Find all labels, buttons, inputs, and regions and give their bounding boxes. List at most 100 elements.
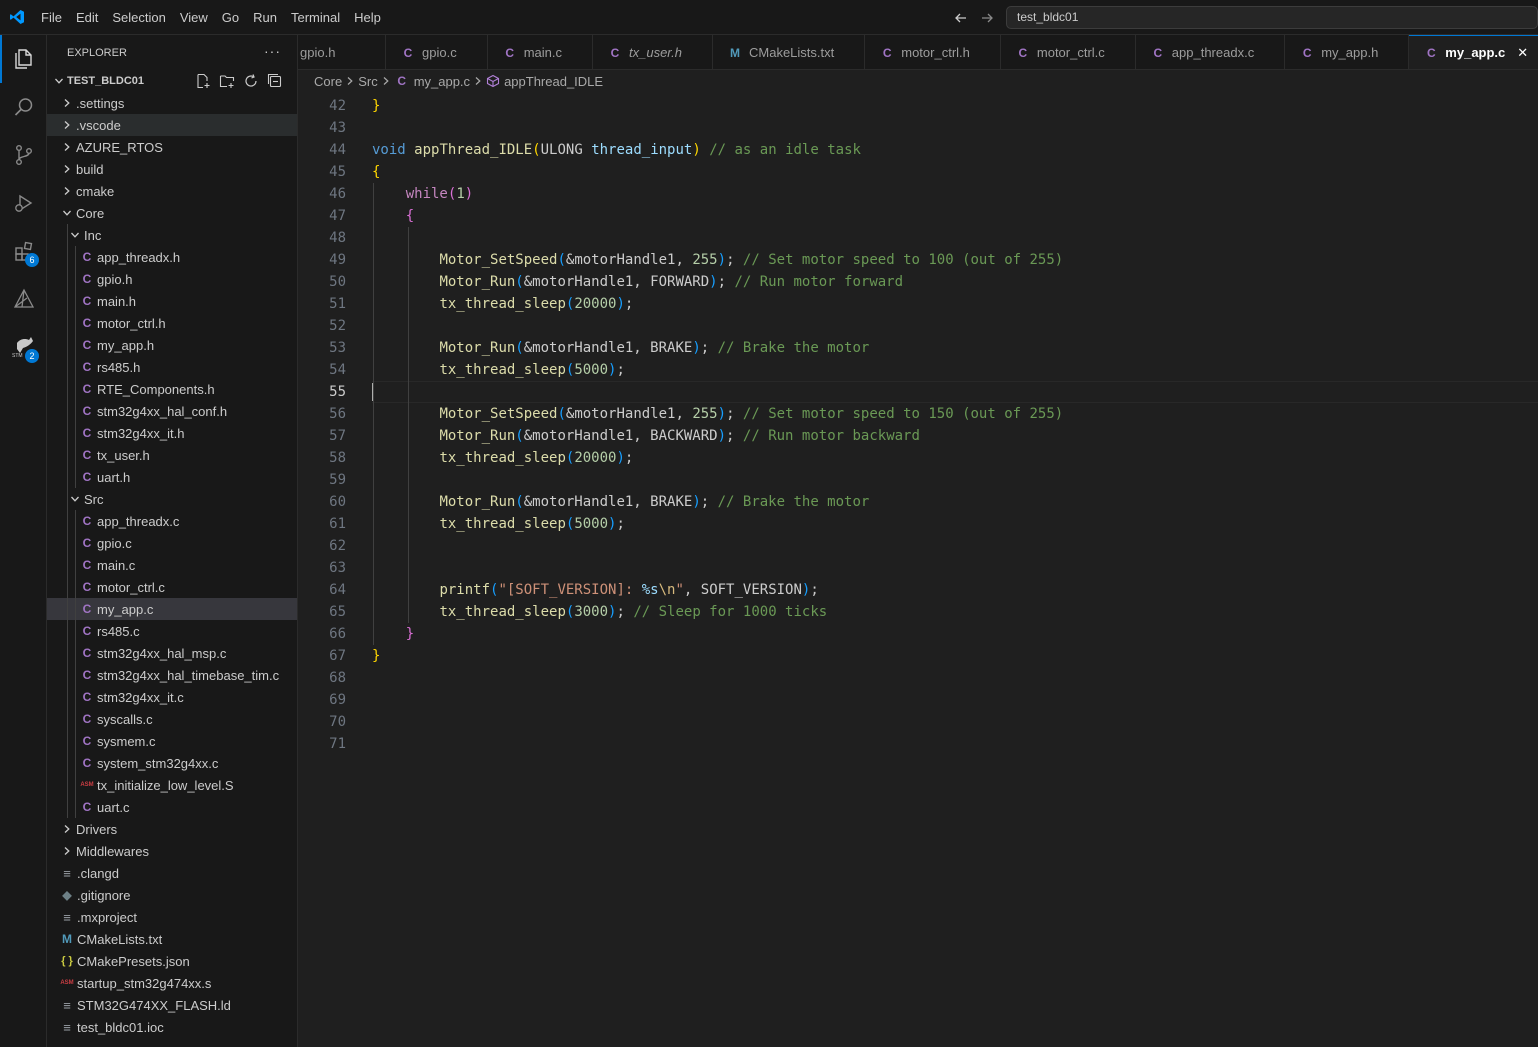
tree-file-syscalls-c[interactable]: Csyscalls.c: [47, 708, 297, 730]
tree-file-uart-h[interactable]: Cuart.h: [47, 466, 297, 488]
tree-folder-cmake[interactable]: cmake: [47, 180, 297, 202]
menu-run[interactable]: Run: [246, 0, 284, 35]
indent-guide: [75, 532, 76, 554]
code-line: 66 }: [298, 623, 1538, 645]
nav-arrows: [952, 0, 996, 35]
tree-file-stm32g4xx-hal-conf-h[interactable]: Cstm32g4xx_hal_conf.h: [47, 400, 297, 422]
back-arrow-icon[interactable]: [952, 9, 970, 27]
tree-file-motor-ctrl-h[interactable]: Cmotor_ctrl.h: [47, 312, 297, 334]
tab-gpio-c[interactable]: Cgpio.c: [386, 35, 488, 69]
collapse-all-icon[interactable]: [267, 73, 283, 92]
new-folder-icon[interactable]: [219, 73, 235, 92]
indent-guide: [67, 268, 68, 290]
tree-file-clangd[interactable]: ≡ .clangd: [47, 862, 297, 884]
tree-item-label: gpio.h: [97, 271, 133, 287]
close-icon[interactable]: ✕: [1517, 45, 1528, 61]
tree-file-startup-stm32g474xx-s[interactable]: ASM startup_stm32g474xx.s: [47, 972, 297, 994]
c-file-icon: C: [82, 712, 92, 726]
tree-file-rs485-c[interactable]: Crs485.c: [47, 620, 297, 642]
code-token: &motorHandle1, BRAKE: [523, 340, 693, 356]
tree-file-gpio-h[interactable]: Cgpio.h: [47, 268, 297, 290]
tree-file-rs485-h[interactable]: Crs485.h: [47, 356, 297, 378]
explorer-icon[interactable]: [0, 35, 47, 83]
tree-file-mxproject[interactable]: ≡ .mxproject: [47, 906, 297, 928]
menu-edit[interactable]: Edit: [69, 0, 105, 35]
menu-help[interactable]: Help: [347, 0, 388, 35]
code-editor[interactable]: 42} 43 44 void appThread_IDLE(ULONG thread_…: [298, 92, 1538, 1047]
tree-file-stm32g4xx-it-c[interactable]: Cstm32g4xx_it.c: [47, 686, 297, 708]
tab-tx-user-h[interactable]: Ctx_user.h: [593, 35, 713, 69]
menu-terminal[interactable]: Terminal: [284, 0, 347, 35]
tree-folder-src[interactable]: Src: [47, 488, 297, 510]
new-file-icon[interactable]: [195, 73, 211, 92]
search-icon[interactable]: [0, 83, 47, 131]
workspace-root[interactable]: TEST_BLDC01: [47, 70, 297, 92]
code-line: 47 {: [298, 205, 1538, 227]
tree-file-stm32g4xx-it-h[interactable]: Cstm32g4xx_it.h: [47, 422, 297, 444]
tab-cmakelists-txt[interactable]: M CMakeLists.txt: [713, 35, 866, 69]
tree-file-cmakepresets-json[interactable]: { } CMakePresets.json: [47, 950, 297, 972]
tab-my-app-h[interactable]: Cmy_app.h: [1285, 35, 1410, 69]
tree-file-app-threadx-c[interactable]: Capp_threadx.c: [47, 510, 297, 532]
tree-folder-middlewares[interactable]: Middlewares: [47, 840, 297, 862]
tree-folder-vscode[interactable]: .vscode: [47, 114, 297, 136]
forward-arrow-icon[interactable]: [978, 9, 996, 27]
tree-file-tx-initialize-low-level-s[interactable]: ASM tx_initialize_low_level.S: [47, 774, 297, 796]
tree-file-test-bldc01-ioc[interactable]: ≡ test_bldc01.ioc: [47, 1016, 297, 1038]
tree-folder-azure-rtos[interactable]: AZURE_RTOS: [47, 136, 297, 158]
c-file-icon: C: [82, 448, 92, 462]
tree-folder-inc[interactable]: Inc: [47, 224, 297, 246]
tree-file-my-app-h[interactable]: Cmy_app.h: [47, 334, 297, 356]
tree-file-system-stm32g4xx-c[interactable]: Csystem_stm32g4xx.c: [47, 752, 297, 774]
more-actions-icon[interactable]: ···: [264, 43, 281, 59]
line-number: 69: [329, 692, 346, 708]
command-center-search[interactable]: test_bldc01: [1006, 6, 1538, 29]
tree-file-main-c[interactable]: Cmain.c: [47, 554, 297, 576]
indent-guide: [67, 246, 68, 268]
tree-file-uart-c[interactable]: Cuart.c: [47, 796, 297, 818]
cmake-icon[interactable]: [0, 275, 47, 323]
breadcrumb-item-core[interactable]: Core: [314, 74, 342, 89]
stm32-icon[interactable]: STM 2: [0, 323, 47, 371]
tree-item-label: tx_initialize_low_level.S: [97, 777, 234, 793]
extensions-icon[interactable]: 6: [0, 227, 47, 275]
menu-file[interactable]: File: [34, 0, 69, 35]
breadcrumb-item-appthread-idle[interactable]: appThread_IDLE: [486, 74, 603, 89]
tree-file-sysmem-c[interactable]: Csysmem.c: [47, 730, 297, 752]
code-text: tx_thread_sleep(5000);: [372, 359, 624, 381]
menu-view[interactable]: View: [173, 0, 215, 35]
tree-file-gitignore[interactable]: ◆ .gitignore: [47, 884, 297, 906]
menu-go[interactable]: Go: [215, 0, 246, 35]
breadcrumb-item-my-app-c[interactable]: Cmy_app.c: [394, 74, 470, 89]
tab-main-c[interactable]: Cmain.c: [488, 35, 593, 69]
tree-file-motor-ctrl-c[interactable]: Cmotor_ctrl.c: [47, 576, 297, 598]
tree-file-stm32g474xx-flash-ld[interactable]: ≡ STM32G474XX_FLASH.ld: [47, 994, 297, 1016]
tab-app-threadx-c[interactable]: Capp_threadx.c: [1136, 35, 1286, 69]
breadcrumb-item-src[interactable]: Src: [358, 74, 378, 89]
tree-file-cmakelists-txt[interactable]: M CMakeLists.txt: [47, 928, 297, 950]
tree-folder-drivers[interactable]: Drivers: [47, 818, 297, 840]
refresh-icon[interactable]: [243, 73, 259, 92]
tree-file-rte-components-h[interactable]: C RTE_Components.h: [47, 378, 297, 400]
indent-guide: [75, 356, 76, 378]
tab-motor-ctrl-h[interactable]: Cmotor_ctrl.h: [865, 35, 1001, 69]
tab-motor-ctrl-c[interactable]: Cmotor_ctrl.c: [1001, 35, 1136, 69]
tree-file-tx-user-h[interactable]: Ctx_user.h: [47, 444, 297, 466]
tree-folder-build[interactable]: build: [47, 158, 297, 180]
tree-file-stm32g4xx-hal-msp-c[interactable]: Cstm32g4xx_hal_msp.c: [47, 642, 297, 664]
source-control-icon[interactable]: [0, 131, 47, 179]
tree-file-my-app-c[interactable]: Cmy_app.c: [47, 598, 297, 620]
menu-selection[interactable]: Selection: [105, 0, 172, 35]
tree-folder-settings[interactable]: .settings: [47, 92, 297, 114]
tree-file-main-h[interactable]: Cmain.h: [47, 290, 297, 312]
code-text: }: [372, 623, 414, 645]
tree-file-app-threadx-h[interactable]: Capp_threadx.h: [47, 246, 297, 268]
tree-file-gpio-c[interactable]: Cgpio.c: [47, 532, 297, 554]
tab-my-app-c[interactable]: Cmy_app.c ✕: [1409, 35, 1538, 69]
tree-file-stm32g4xx-hal-timebase-tim-c[interactable]: Cstm32g4xx_hal_timebase_tim.c: [47, 664, 297, 686]
run-debug-icon[interactable]: [0, 179, 47, 227]
line-number: 70: [329, 714, 346, 730]
tab-gpio-h[interactable]: gpio.h: [298, 35, 386, 69]
code-token: // Run motor backward: [742, 428, 920, 444]
tree-folder-core[interactable]: Core: [47, 202, 297, 224]
